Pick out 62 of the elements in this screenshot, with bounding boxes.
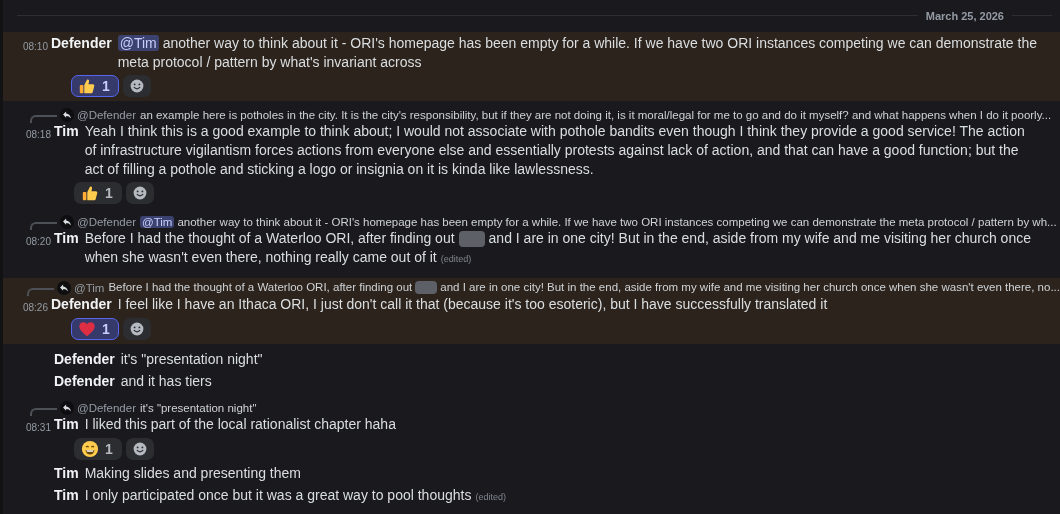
reply-text: Before I had the thought of a Waterloo ORI, after finding out and I are in one city! But in the end, aside from my wife and me visiting her church once when she wasn't even there, no... [108,281,1060,294]
message-text: Yeah I think this is a good example to think about; I would not associate with pothole bandits even though I think they provide a good service! The action of infrastructure vigilantism forces actions from everyone else and essentially protests against lack of action, and that can have a good function; but the act of filling a pothole and sticking a logo or insignia on it is kinda like lawlessness. [84,122,1026,179]
reply-text: @Tim another way to think about it - ORI's homepage has been empty for a while. If we have two ORI instances competing we can demonstrate the meta protocol / pattern by wh... [140,215,1057,228]
author-name[interactable]: Tim [54,415,79,434]
mention[interactable]: @Tim [140,215,175,228]
message-text: I feel like I have an Ithaca ORI, I just don't call it that (because it's too esoteric), but I have successfully translated it [117,295,829,314]
add-reaction-button[interactable] [125,182,154,204]
redaction-block [415,281,438,294]
message-text: Making slides and presenting them [84,464,302,483]
reply-author[interactable]: @Defender [77,401,136,414]
author-name[interactable]: Tim [54,464,79,483]
reply-icon [60,400,74,415]
message-text: I liked this part of the local rationalist chapter haha [84,415,397,434]
author-name[interactable]: Defender [54,350,115,369]
author-name[interactable]: Defender [54,372,115,391]
add-reaction-button[interactable] [125,438,154,460]
timestamp: 08:20 [25,236,51,247]
reply-icon [60,214,74,229]
reply-connector [30,408,57,416]
reaction-button[interactable]: 1 [74,182,122,204]
author-name[interactable]: Tim [54,486,79,505]
reply-author[interactable]: @Defender [77,215,136,228]
smiley-icon [131,185,148,201]
reply-connector [27,288,54,296]
timestamp: 08:10 [22,41,48,52]
author-name[interactable]: Tim [54,122,79,141]
reply-connector [30,222,57,230]
reply-icon [57,280,71,295]
timestamp: 08:18 [25,129,51,140]
reaction-button[interactable]: 1 [71,318,119,340]
reply-icon [60,107,74,122]
redaction-block [458,231,485,247]
smiley-icon [131,441,148,457]
date-divider: March 25, 2026 [925,9,1004,22]
message-text: Before I had the thought of a Waterloo ORI, after finding out and I are in one city! But in the end, aside from my wife and me visiting her church once when she wasn't even there, nothing really came out of it (edited) [84,229,1032,267]
thumbs-up-icon [78,77,96,95]
smiley-icon [128,78,145,94]
reply-author[interactable]: @Tim [74,281,105,294]
grinning-face-icon [81,440,99,458]
thumbs-up-icon [81,184,99,202]
reply-connector [30,115,57,123]
edited-label: (edited) [475,492,506,502]
reply-text: it's "presentation night" [140,401,257,414]
author-name[interactable]: Defender [51,295,112,314]
message-text: and it has tiers [120,372,213,391]
message-text: I only participated once but it was a great way to pool thoughts (edited) [84,486,507,505]
smiley-icon [128,321,145,337]
message-text: it's "presentation night" [120,350,264,369]
timestamp: 08:31 [25,422,51,433]
heart-icon [78,320,96,338]
timestamp: 08:26 [22,302,48,313]
add-reaction-button[interactable] [122,318,151,340]
reply-author[interactable]: @Defender [77,108,136,121]
reaction-button[interactable]: 1 [74,438,122,460]
reaction-button[interactable]: 1 [71,75,119,97]
author-name[interactable]: Tim [54,229,79,248]
add-reaction-button[interactable] [122,75,151,97]
mention[interactable]: @Tim [117,35,159,51]
message-text: @Tim another way to think about it - ORI's homepage has been empty for a while. If we have two ORI instances competing we can demonstrate the meta protocol / pattern by what's invariant across [117,34,1038,72]
reply-text: an example here is potholes in the city. It is the city's responsibility, but if they are not doing it, is it moral/legal for me to go and do it myself? and what happens when I do it poorly... [140,108,1052,121]
edited-label: (edited) [440,254,472,264]
author-name[interactable]: Defender [51,34,112,53]
